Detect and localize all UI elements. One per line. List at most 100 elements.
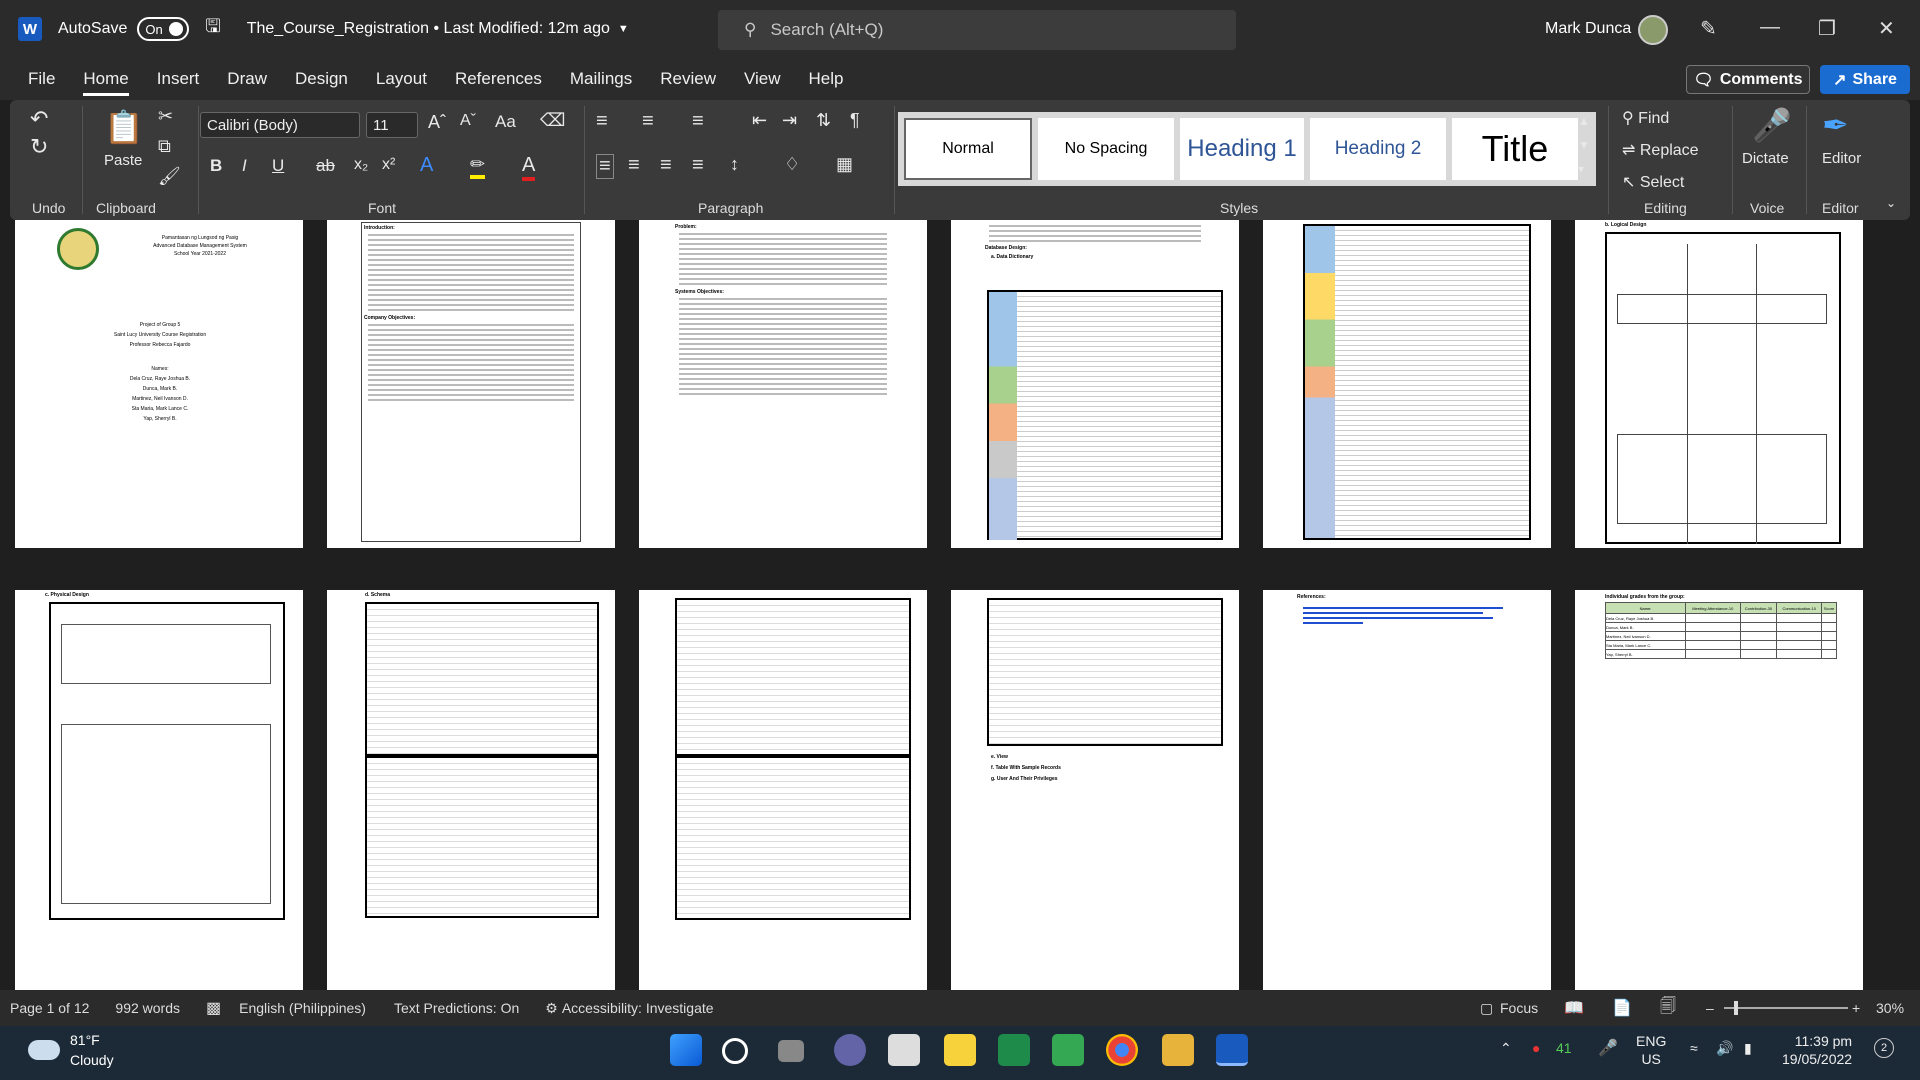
text-effects-icon[interactable]: A: [420, 154, 433, 177]
redo-icon[interactable]: ↻: [30, 134, 48, 160]
cut-icon[interactable]: ✂: [158, 106, 173, 127]
strikethrough-icon[interactable]: ab: [316, 156, 335, 176]
page-7[interactable]: c. Physical Design: [15, 590, 303, 990]
search-input[interactable]: ⚲ Search (Alt+Q): [718, 10, 1236, 50]
italic-icon[interactable]: I: [242, 156, 247, 176]
antivirus-icon[interactable]: ●: [1532, 1040, 1540, 1056]
reference-link[interactable]: [1303, 617, 1493, 619]
accessibility-icon[interactable]: ⚙: [545, 1000, 558, 1017]
zoom-slider[interactable]: [1724, 1001, 1848, 1015]
collapse-ribbon-icon[interactable]: ⌄: [1886, 196, 1896, 210]
tab-layout[interactable]: Layout: [376, 69, 427, 89]
battery-icon[interactable]: ▮: [1744, 1040, 1752, 1057]
task-view-icon[interactable]: [778, 1040, 804, 1062]
chat-icon[interactable]: [834, 1034, 866, 1066]
font-name-select[interactable]: Calibri (Body): [200, 112, 360, 138]
page-10[interactable]: e. View f. Table With Sample Records g. …: [951, 590, 1239, 990]
editor-pen-icon[interactable]: ✒: [1822, 106, 1849, 144]
weather-widget[interactable]: 81°F Cloudy: [28, 1030, 114, 1070]
page-9[interactable]: [639, 590, 927, 990]
taskbar-search-icon[interactable]: [722, 1038, 748, 1064]
page-4[interactable]: Database Design: a. Data Dictionary: [951, 220, 1239, 548]
multilevel-list-icon[interactable]: ≡: [692, 110, 704, 133]
tab-review[interactable]: Review: [660, 69, 716, 89]
find-button[interactable]: ⚲ Find: [1622, 108, 1669, 128]
style-heading-2[interactable]: Heading 2: [1310, 118, 1446, 180]
reference-link[interactable]: [1303, 622, 1363, 624]
share-button[interactable]: ↗ Share: [1820, 65, 1910, 94]
grow-font-icon[interactable]: Aˆ: [428, 112, 446, 133]
sort-icon[interactable]: ⇅: [816, 110, 831, 131]
select-button[interactable]: ↖ Select: [1622, 172, 1684, 192]
print-layout-icon[interactable]: 📄: [1612, 998, 1632, 1018]
increase-indent-icon[interactable]: ⇥: [782, 110, 797, 131]
page-count[interactable]: Page 1 of 12: [10, 1000, 89, 1016]
pen-icon[interactable]: ✎: [1700, 16, 1717, 41]
proofing-icon[interactable]: ▩: [206, 998, 221, 1018]
zoom-level[interactable]: 30%: [1876, 1000, 1904, 1016]
clear-format-icon[interactable]: ⌫: [540, 110, 565, 131]
language-status[interactable]: English (Philippines): [239, 1000, 366, 1016]
shading-icon[interactable]: ♢: [784, 154, 800, 175]
borders-icon[interactable]: ▦: [836, 154, 853, 175]
page-12[interactable]: Individual grades from the group: Name: …: [1575, 590, 1863, 990]
change-case-button[interactable]: Aa: [495, 112, 516, 132]
tab-view[interactable]: View: [744, 69, 781, 89]
zoom-slider-thumb[interactable]: [1734, 1001, 1738, 1015]
restore-icon[interactable]: ❐: [1818, 16, 1836, 41]
chevron-down-icon[interactable]: ▼: [618, 23, 629, 35]
notification-count[interactable]: 41: [1556, 1040, 1572, 1056]
user-name[interactable]: Mark Dunca: [1545, 20, 1631, 38]
tab-home[interactable]: Home: [83, 69, 129, 96]
input-language[interactable]: ENG US: [1636, 1032, 1666, 1068]
page-8[interactable]: d. Schema: [327, 590, 615, 990]
align-right-icon[interactable]: ≡: [660, 154, 672, 177]
start-icon[interactable]: [670, 1034, 702, 1066]
avatar[interactable]: [1638, 15, 1668, 45]
microphone-tray-icon[interactable]: 🎤: [1598, 1038, 1618, 1058]
minimize-icon[interactable]: —: [1760, 16, 1780, 39]
tab-file[interactable]: File: [28, 69, 55, 89]
file-explorer-icon[interactable]: [1162, 1034, 1194, 1066]
undo-icon[interactable]: ↶: [30, 106, 48, 132]
style-no-spacing[interactable]: No Spacing: [1038, 118, 1174, 180]
save-icon[interactable]: 🖫: [205, 14, 220, 44]
meet-icon[interactable]: [1052, 1034, 1084, 1066]
page-6[interactable]: b. Logical Design: [1575, 220, 1863, 548]
align-left-icon[interactable]: ≡: [596, 154, 614, 179]
accessibility-status[interactable]: Accessibility: Investigate: [562, 1000, 714, 1016]
line-spacing-icon[interactable]: ↕: [730, 154, 739, 175]
copy-icon[interactable]: ⧉: [158, 136, 171, 157]
styles-more-icon[interactable]: ▾: [1578, 162, 1584, 176]
numbering-icon[interactable]: ≡: [642, 110, 654, 133]
chevron-up-icon[interactable]: ⌃: [1500, 1040, 1512, 1057]
tab-help[interactable]: Help: [809, 69, 844, 89]
web-layout-icon[interactable]: 🗐: [1660, 995, 1676, 1022]
style-heading-1[interactable]: Heading 1: [1180, 118, 1304, 180]
styles-scroll-up-icon[interactable]: ▲: [1578, 114, 1590, 128]
style-title[interactable]: Title: [1452, 118, 1578, 180]
shrink-font-icon[interactable]: Aˇ: [460, 112, 476, 130]
volume-icon[interactable]: 🔊: [1716, 1040, 1733, 1057]
document-title[interactable]: The_Course_Registration • Last Modified:…: [247, 20, 610, 38]
dictate-label[interactable]: Dictate: [1742, 150, 1789, 167]
zoom-out-icon[interactable]: –: [1706, 1000, 1714, 1016]
tab-design[interactable]: Design: [295, 69, 348, 89]
font-color-icon[interactable]: A: [522, 154, 536, 181]
chrome-icon[interactable]: [1106, 1034, 1138, 1066]
align-center-icon[interactable]: ≡: [628, 154, 640, 177]
format-painter-icon[interactable]: 🖌: [158, 166, 181, 187]
pilcrow-icon[interactable]: ¶: [850, 110, 860, 131]
comments-button[interactable]: 🗨 Comments: [1686, 65, 1810, 94]
decrease-indent-icon[interactable]: ⇤: [752, 110, 767, 131]
tab-draw[interactable]: Draw: [227, 69, 267, 89]
sticky-notes-icon[interactable]: [944, 1034, 976, 1066]
zoom-in-icon[interactable]: +: [1852, 1000, 1860, 1016]
page-11[interactable]: References:: [1263, 590, 1551, 990]
notification-badge[interactable]: 2: [1874, 1038, 1894, 1058]
bullets-icon[interactable]: ≡: [596, 110, 608, 133]
superscript-icon[interactable]: x²: [382, 156, 395, 174]
page-1[interactable]: Pamantasan ng Lungsod ng Pasig Advanced …: [15, 220, 303, 548]
page-3[interactable]: Problem: Systems Objectives:: [639, 220, 927, 548]
focus-mode[interactable]: Focus: [1500, 1000, 1538, 1016]
